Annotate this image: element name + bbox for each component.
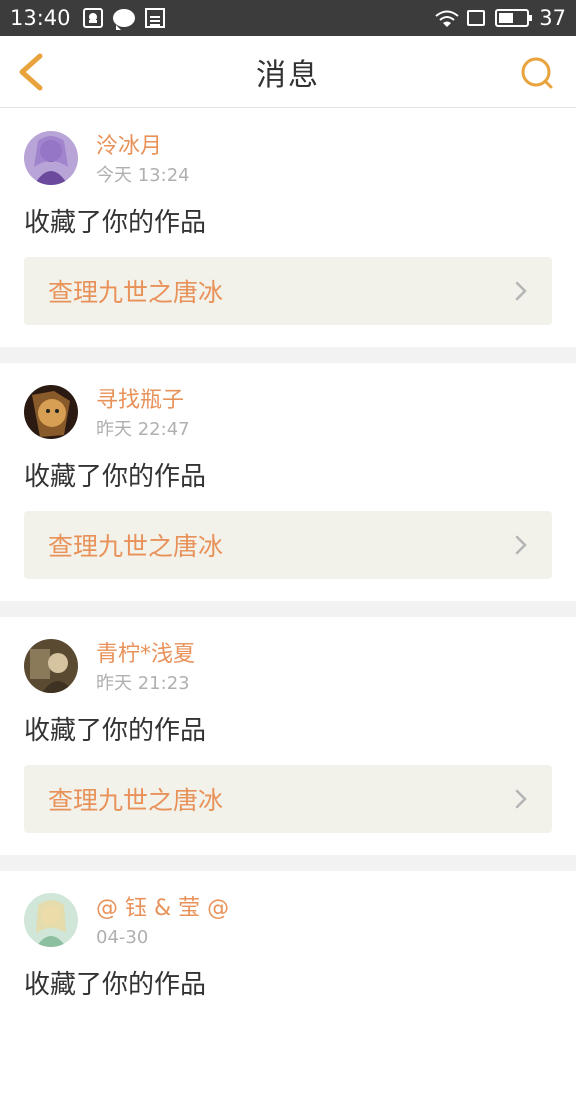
work-link[interactable]: 查理九世之唐冰 [24,257,552,325]
action-text: 收藏了你的作品 [24,462,207,492]
username[interactable]: 泠冰月 [96,133,190,161]
back-button[interactable] [14,52,50,92]
news-icon [144,8,165,28]
work-link[interactable]: 查理九世之唐冰 [24,511,552,579]
status-time: 13:40 [10,6,71,30]
timestamp: 昨天 22:47 [96,419,190,440]
top-app-bar: 消息 [0,36,576,108]
message-card: 寻找瓶子 昨天 22:47 收藏了你的作品 查理九世之唐冰 [0,363,576,601]
avatar[interactable] [24,385,78,439]
back-chevron-icon [19,53,43,91]
work-title: 查理九世之唐冰 [48,532,224,561]
message-list: 泠冰月 今天 13:24 收藏了你的作品 查理九世之唐冰 寻找瓶子 昨天 22:… [0,109,576,1109]
message-icon [112,9,135,30]
chevron-right-icon [515,789,527,809]
avatar[interactable] [24,639,78,693]
action-text: 收藏了你的作品 [24,716,207,746]
qq-icon [82,8,103,28]
separator [0,855,576,871]
separator [0,347,576,363]
status-bar: 13:40 37 [0,0,576,36]
chevron-right-icon [515,281,527,301]
message-card: 泠冰月 今天 13:24 收藏了你的作品 查理九世之唐冰 [0,109,576,347]
username[interactable]: 青柠*浅夏 [96,641,195,669]
search-icon [521,57,553,89]
message-card: @ 钰 & 莹 @ 04-30 收藏了你的作品 [0,871,576,1109]
work-link[interactable]: 查理九世之唐冰 [24,765,552,833]
timestamp: 今天 13:24 [96,165,190,186]
avatar[interactable] [24,131,78,185]
timestamp: 昨天 21:23 [96,673,190,694]
work-title: 查理九世之唐冰 [48,786,224,815]
chevron-right-icon [515,535,527,555]
battery-icon [495,9,533,27]
action-text: 收藏了你的作品 [24,970,207,1000]
search-button[interactable] [520,56,554,90]
avatar[interactable] [24,893,78,947]
username[interactable]: @ 钰 & 莹 @ [96,895,229,923]
wifi-icon [435,10,459,27]
work-title: 查理九世之唐冰 [48,278,224,307]
message-card: 青柠*浅夏 昨天 21:23 收藏了你的作品 查理九世之唐冰 [0,617,576,855]
separator [0,601,576,617]
timestamp: 04-30 [96,927,149,948]
battery-level: 37 [539,6,566,30]
screen-icon [467,10,486,26]
action-text: 收藏了你的作品 [24,208,207,238]
page-title: 消息 [256,57,320,93]
username[interactable]: 寻找瓶子 [96,387,190,415]
